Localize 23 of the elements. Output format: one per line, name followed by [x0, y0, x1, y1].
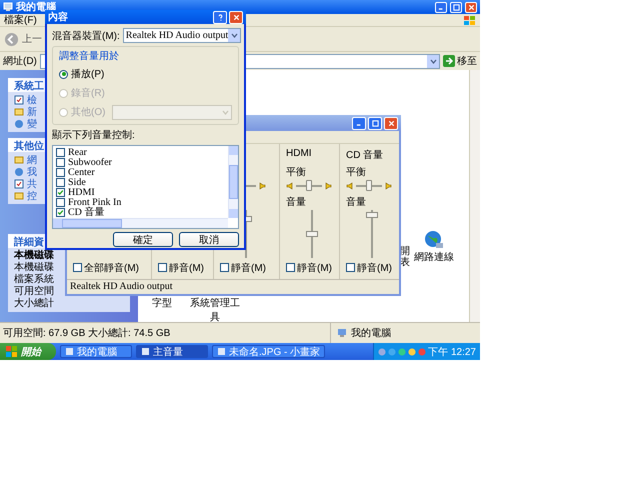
- balance-label: 平衡: [286, 166, 306, 177]
- dialog-title: 內容: [48, 12, 68, 23]
- clock: 下午 12:27: [428, 346, 476, 358]
- detail-text: 大小總計: [14, 298, 54, 310]
- balance-label: 平衡: [346, 166, 366, 177]
- panel-title: 其他位: [14, 141, 44, 152]
- detail-text: 檔案系統: [14, 274, 54, 286]
- status-text: 可用空間: 67.9 GB 大小總計: 74.5 GB: [3, 328, 170, 339]
- panel-title: 詳細資: [14, 237, 44, 248]
- panel-title: 系統工: [14, 81, 44, 92]
- volume-label: 音量: [346, 196, 366, 207]
- column-heading: HDMI: [286, 148, 312, 161]
- detail-text: 可用空間: [14, 286, 54, 298]
- detail-text: 本機磁碟: [14, 262, 54, 274]
- detail-text: 本機磁碟: [14, 250, 54, 262]
- status-location: 我的電腦: [351, 326, 391, 340]
- status-text: Realtek HD Audio output: [70, 281, 172, 292]
- column-heading: CD 音量: [346, 148, 384, 162]
- address-label: 網址(D): [3, 54, 37, 68]
- volume-label: 音量: [286, 196, 306, 207]
- group-label: 調整音量用於: [59, 50, 119, 63]
- field-label: 混音器裝置(M):: [52, 30, 120, 42]
- list-label: 顯示下列音量控制:: [52, 128, 135, 142]
